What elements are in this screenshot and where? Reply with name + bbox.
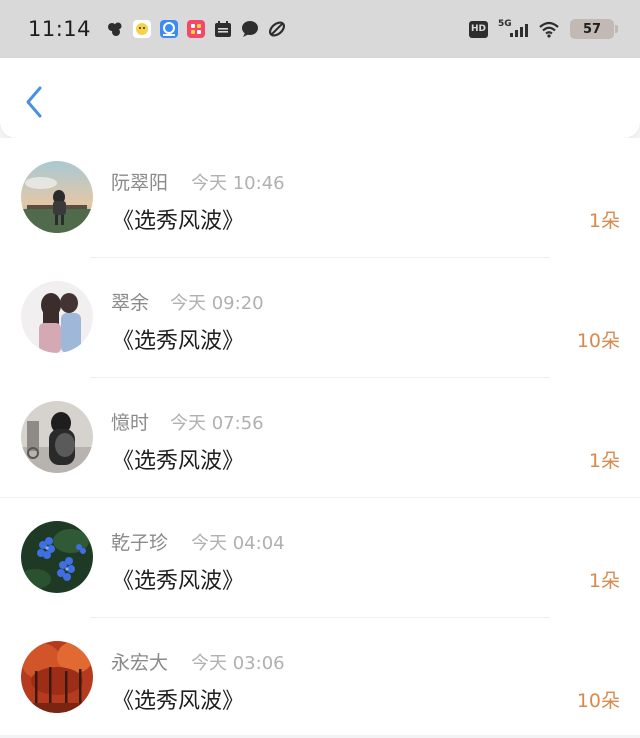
- gift-record-list: 阮翠阳 今天 10:46 《选秀风波》 1朵 翠余 今天 09:20 《选秀风波…: [0, 138, 640, 735]
- chat-bubble-icon: [240, 20, 259, 39]
- sender-name: 憶时: [111, 412, 150, 434]
- calendar-icon: [213, 20, 232, 39]
- list-item[interactable]: 乾子珍 今天 04:04 《选秀风波》 1朵: [0, 498, 640, 618]
- book-title: 《选秀风波》: [112, 449, 245, 474]
- smiley-app-icon: [132, 20, 151, 39]
- top-nav-bar: [0, 58, 640, 138]
- book-title: 《选秀风波》: [112, 329, 245, 354]
- app-icon: [105, 20, 124, 39]
- bw-girl-avatar[interactable]: [21, 401, 93, 473]
- send-time: 今天 10:46: [191, 173, 285, 194]
- flower-amount: 1朵: [588, 450, 620, 472]
- red-forest-avatar[interactable]: [21, 641, 93, 713]
- flower-amount: 10朵: [576, 330, 620, 352]
- sender-name: 乾子珍: [111, 532, 169, 554]
- send-time: 今天 07:56: [170, 413, 264, 434]
- couple-avatar[interactable]: [21, 281, 93, 353]
- network-type: 5G: [498, 19, 512, 29]
- battery-indicator: 57: [570, 19, 618, 39]
- wifi-icon: [538, 20, 560, 39]
- flower-amount: 10朵: [576, 690, 620, 712]
- grid-app-icon: [186, 20, 205, 39]
- chevron-left-icon: [26, 86, 42, 118]
- status-time: 11:14: [28, 17, 92, 41]
- cellular-signal-icon: 5G: [498, 19, 528, 39]
- book-title: 《选秀风波》: [112, 569, 245, 594]
- send-time: 今天 09:20: [170, 293, 264, 314]
- back-button[interactable]: [20, 84, 48, 120]
- landscape-girl-avatar[interactable]: [21, 161, 93, 233]
- sender-name: 永宏大: [111, 652, 169, 674]
- list-item[interactable]: 憶时 今天 07:56 《选秀风波》 1朵: [0, 378, 640, 498]
- browser-app-icon: [159, 20, 178, 39]
- list-item[interactable]: 阮翠阳 今天 10:46 《选秀风波》 1朵: [0, 138, 640, 258]
- send-time: 今天 03:06: [191, 653, 285, 674]
- book-title: 《选秀风波》: [112, 689, 245, 714]
- sender-name: 翠余: [111, 292, 150, 314]
- notification-icons: [105, 20, 286, 39]
- status-bar: 11:14 HD 5G 57: [0, 0, 640, 58]
- blue-flower-avatar[interactable]: [21, 521, 93, 593]
- list-item[interactable]: 翠余 今天 09:20 《选秀风波》 10朵: [0, 258, 640, 378]
- hd-badge: HD: [469, 20, 488, 38]
- book-title: 《选秀风波》: [112, 209, 245, 234]
- status-right: HD 5G 57: [469, 0, 618, 58]
- flower-amount: 1朵: [588, 210, 620, 232]
- send-time: 今天 04:04: [191, 533, 285, 554]
- leaf-icon: [267, 20, 286, 39]
- list-item[interactable]: 永宏大 今天 03:06 《选秀风波》 10朵: [0, 618, 640, 738]
- sender-name: 阮翠阳: [111, 172, 169, 194]
- flower-amount: 1朵: [588, 570, 620, 592]
